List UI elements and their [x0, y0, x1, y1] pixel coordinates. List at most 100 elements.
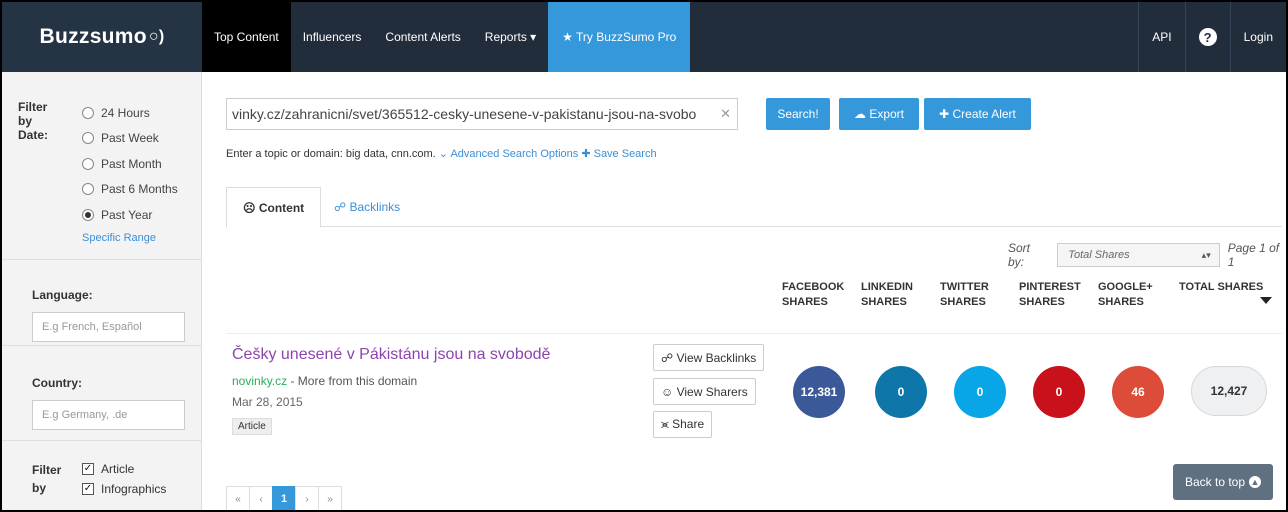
search-button[interactable]: Search! — [766, 98, 830, 130]
nav-api[interactable]: API — [1138, 2, 1184, 72]
content-type-filter: Filter by ✓ Article ✓ Infographics — [2, 441, 201, 510]
tab-backlinks[interactable]: ☍ Backlinks — [318, 187, 416, 227]
checkbox-label: Infographics — [101, 482, 167, 496]
arrow-up-icon: ▲ — [1249, 476, 1262, 488]
radio-checked-icon — [82, 208, 94, 221]
main-content: vinky.cz/zahranicni/svet/365512-cesky-un… — [202, 72, 1286, 510]
view-sharers-button[interactable]: ☺ View Sharers — [653, 378, 756, 405]
language-input[interactable]: E.g French, Español — [32, 312, 185, 342]
date-option-month[interactable]: Past Month — [82, 151, 178, 177]
country-label: Country: — [32, 376, 82, 390]
search-value: vinky.cz/zahranicni/svet/365512-cesky-un… — [232, 106, 697, 122]
nav-top-content[interactable]: Top Content — [202, 2, 291, 72]
page-indicator: Page 1 of 1 — [1227, 241, 1280, 269]
help-icon: ? — [1198, 28, 1217, 46]
specific-range-link[interactable]: Specific Range — [82, 232, 156, 244]
checkbox-checked-icon: ✓ — [82, 463, 94, 475]
advanced-search-link[interactable]: ⌄ Advanced Search Options — [439, 148, 578, 160]
date-option-year[interactable]: Past Year — [82, 202, 178, 228]
pagination: « ‹ 1 › » — [226, 486, 342, 510]
col-pinterest[interactable]: PINTEREST SHARES — [1019, 280, 1081, 310]
col-total[interactable]: TOTAL SHARES — [1179, 280, 1263, 295]
share-button[interactable]: ⪤ Share — [653, 411, 713, 438]
date-option-24h[interactable]: 24 Hours — [82, 100, 178, 126]
type-option-article[interactable]: ✓ Article — [82, 459, 166, 479]
date-filter-label: Filter by Date: — [18, 100, 49, 142]
radio-label: 24 Hours — [101, 105, 150, 120]
nav-try-pro[interactable]: ★ Try BuzzSumo Pro — [548, 2, 691, 72]
col-facebook[interactable]: FACEBOOK SHARES — [782, 280, 844, 310]
divider — [226, 333, 1282, 334]
radio-icon — [82, 157, 94, 170]
hint-text: Enter a topic or domain: big data, cnn.c… — [226, 148, 436, 160]
language-label: Language: — [32, 288, 93, 302]
result-domain: novinky.cz - More from this domain — [232, 374, 417, 388]
result-date: Mar 28, 2015 — [232, 395, 303, 409]
nav-reports-dropdown[interactable]: Reports ▾ — [473, 2, 548, 72]
search-input[interactable]: vinky.cz/zahranicni/svet/365512-cesky-un… — [226, 98, 738, 130]
pinterest-shares-count: 0 — [1033, 366, 1085, 418]
col-twitter[interactable]: TWITTER SHARES — [940, 280, 989, 310]
date-filter: Filter by Date: 24 Hours Past Week Past … — [2, 72, 201, 260]
country-input[interactable]: E.g Germany, .de — [32, 400, 185, 430]
save-search-link[interactable]: ✚ Save Search — [581, 148, 656, 160]
date-option-6months[interactable]: Past 6 Months — [82, 177, 178, 203]
back-to-top-label: Back to top — [1184, 475, 1246, 489]
sort-desc-icon[interactable] — [1260, 297, 1272, 304]
country-filter: Country: E.g Germany, .de — [2, 346, 201, 441]
pager-page-1[interactable]: 1 — [272, 486, 296, 510]
type-filter-label: Filter by — [32, 463, 62, 495]
result-tabs: ☹ Content ☍ Backlinks — [226, 187, 1282, 228]
pager-first[interactable]: « — [226, 486, 250, 510]
filter-sidebar: Filter by Date: 24 Hours Past Week Past … — [2, 72, 202, 510]
nav-help[interactable]: ? — [1184, 2, 1230, 72]
checkbox-checked-icon: ✓ — [82, 483, 94, 495]
radio-icon — [82, 106, 94, 119]
facebook-shares-count: 12,381 — [793, 366, 845, 418]
sort-controls: Sort by: Total Shares ▴▾ Page 1 of 1 — [1008, 241, 1286, 269]
radio-label: Past Week — [101, 131, 159, 146]
pager-next[interactable]: › — [295, 486, 319, 510]
content-type-badge: Article — [232, 418, 272, 435]
googleplus-shares-count: 46 — [1112, 366, 1164, 418]
nav-content-alerts[interactable]: Content Alerts — [373, 2, 472, 72]
signal-icon: ○) — [148, 28, 165, 45]
select-caret-icon: ▴▾ — [1201, 249, 1211, 260]
export-button[interactable]: ☁ Export — [839, 98, 919, 130]
date-option-week[interactable]: Past Week — [82, 126, 178, 152]
top-navbar: Buzzsumo ○) Top Content Influencers Cont… — [2, 2, 1286, 72]
linkedin-shares-count: 0 — [875, 366, 927, 418]
logo-text: Buzzsumo — [39, 25, 147, 48]
date-options: 24 Hours Past Week Past Month Past 6 Mon… — [82, 100, 178, 228]
view-backlinks-button[interactable]: ☍ View Backlinks — [653, 344, 765, 371]
create-alert-button[interactable]: ✚ Create Alert — [924, 98, 1031, 130]
radio-icon — [82, 132, 94, 145]
checkbox-label: Article — [101, 462, 135, 476]
back-to-top-button[interactable]: Back to top ▲ — [1173, 464, 1273, 500]
sort-select[interactable]: Total Shares ▴▾ — [1057, 243, 1220, 267]
col-googleplus[interactable]: GOOGLE+ SHARES — [1098, 280, 1153, 310]
sort-label: Sort by: — [1008, 241, 1031, 269]
twitter-shares-count: 0 — [954, 366, 1006, 418]
radio-label: Past Month — [101, 156, 162, 171]
col-linkedin[interactable]: LINKEDIN SHARES — [861, 280, 913, 310]
domain-link[interactable]: novinky.cz — [232, 374, 287, 388]
pager-prev[interactable]: ‹ — [249, 486, 273, 510]
nav-influencers[interactable]: Influencers — [291, 2, 374, 72]
logo[interactable]: Buzzsumo ○) — [2, 2, 202, 72]
pager-last[interactable]: » — [318, 486, 342, 510]
search-hint: Enter a topic or domain: big data, cnn.c… — [226, 147, 657, 160]
type-option-infographics[interactable]: ✓ Infographics — [82, 479, 166, 499]
app-frame: Buzzsumo ○) Top Content Influencers Cont… — [0, 0, 1288, 512]
clear-icon[interactable]: ✕ — [720, 106, 731, 122]
radio-label: Past Year — [101, 207, 153, 222]
nav-login[interactable]: Login — [1229, 2, 1286, 72]
language-filter: Language: E.g French, Español — [2, 260, 201, 346]
radio-icon — [82, 183, 94, 196]
sort-value: Total Shares — [1068, 249, 1130, 261]
total-shares-count: 12,427 — [1191, 366, 1267, 416]
more-from-domain-link[interactable]: - More from this domain — [287, 374, 417, 388]
type-options: ✓ Article ✓ Infographics — [82, 459, 166, 499]
result-title-link[interactable]: Češky unesené v Pákistánu jsou na svobod… — [232, 346, 550, 364]
tab-content[interactable]: ☹ Content — [226, 187, 322, 228]
